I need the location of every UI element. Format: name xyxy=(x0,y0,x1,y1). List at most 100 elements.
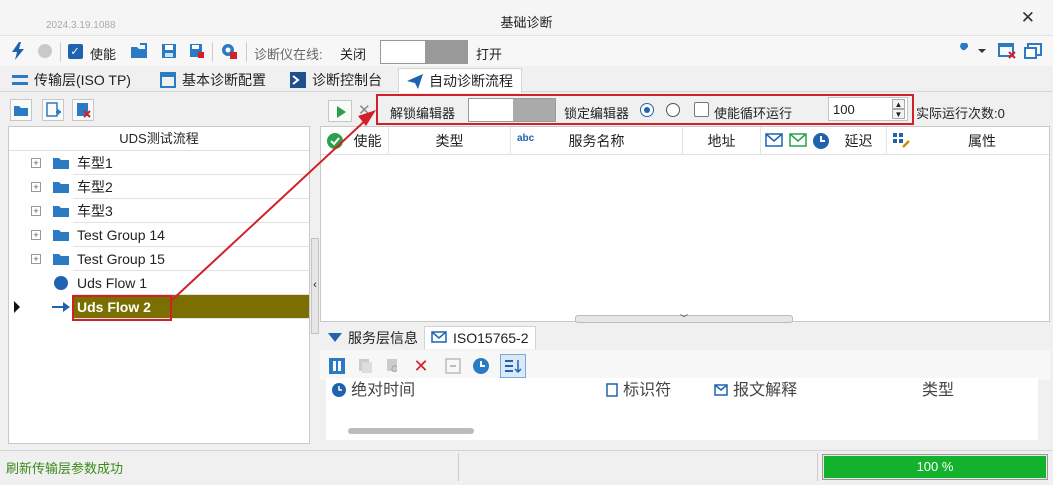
col-delay[interactable]: 延迟 xyxy=(831,127,887,155)
log-col-time[interactable]: 绝对时间 xyxy=(332,378,415,402)
tab-auto-flow[interactable]: 自动诊断流程 xyxy=(398,68,522,93)
actual-runs-label: 实际运行次数:0 xyxy=(916,106,1005,121)
clear-copy-icon[interactable]: C xyxy=(384,357,402,375)
flow-tree-pane: UDS测试流程 + 车型1 + 车型2 + 车型3 + Test Group 1… xyxy=(8,96,310,473)
svg-text:C: C xyxy=(391,364,398,374)
tree-item-folder[interactable]: + 车型2 xyxy=(9,175,309,199)
flow-tree: UDS测试流程 + 车型1 + 车型2 + 车型3 + Test Group 1… xyxy=(8,126,310,473)
save-icon[interactable] xyxy=(160,42,178,60)
progress-bar: 100 % xyxy=(822,454,1048,480)
open-flow-icon[interactable] xyxy=(10,99,32,121)
clock-icon xyxy=(332,383,346,397)
enable-checkbox[interactable]: ✓ xyxy=(66,42,84,60)
export-icon[interactable] xyxy=(444,357,462,375)
check-circle-icon xyxy=(327,133,343,149)
expand-icon[interactable]: + xyxy=(31,206,41,216)
selected-flow-highlight xyxy=(72,295,172,321)
folder-icon xyxy=(52,179,70,195)
wrench-dropdown-icon[interactable] xyxy=(955,42,987,60)
service-layer-icon xyxy=(328,330,342,346)
off-label: 关闭 xyxy=(340,47,367,62)
main-tabs: 传输层(ISO TP) 基本诊断配置 诊断控制台 自动诊断流程 xyxy=(0,66,1053,93)
status-message: 刷新传输层参数成功 xyxy=(6,461,124,476)
enable-label: 使能 xyxy=(90,47,117,62)
tab-diag-console[interactable]: 诊断控制台 xyxy=(282,68,390,92)
main-toolbar: ✓ 使能 诊断仪在线: 关闭 打开 xyxy=(0,36,1053,66)
expand-icon[interactable]: + xyxy=(31,254,41,264)
console-icon xyxy=(290,72,306,88)
mail-green-icon xyxy=(789,133,807,149)
window-close-tool-icon[interactable] xyxy=(998,42,1016,60)
expand-icon[interactable]: + xyxy=(31,158,41,168)
log-hscrollbar[interactable] xyxy=(348,428,474,434)
window-restore-icon[interactable] xyxy=(1024,42,1042,60)
tree-item-flow[interactable]: Uds Flow 1 xyxy=(9,271,309,295)
log-col-type[interactable]: 类型 xyxy=(922,378,954,402)
tree-item-folder[interactable]: + 车型1 xyxy=(9,151,309,175)
log-toolbar: C ✕ xyxy=(320,350,1050,380)
save-as-icon[interactable] xyxy=(188,42,206,60)
col-properties[interactable]: 属性 xyxy=(915,127,1049,155)
pane-splitter[interactable]: ‹ xyxy=(311,238,319,334)
lightning-icon[interactable] xyxy=(9,42,27,60)
tester-online-label: 诊断仪在线: xyxy=(254,47,323,62)
time-icon[interactable] xyxy=(472,357,490,375)
tab-iso15765[interactable]: ISO15765-2 xyxy=(424,326,536,349)
current-row-marker-icon xyxy=(14,301,20,313)
id-tag-icon xyxy=(606,383,618,397)
col-type[interactable]: 类型 xyxy=(389,127,511,155)
expand-icon[interactable]: + xyxy=(31,230,41,240)
sort-icon[interactable] xyxy=(500,354,526,378)
on-label: 打开 xyxy=(476,47,503,62)
expand-icon[interactable]: + xyxy=(31,182,41,192)
grid-hscrollbar[interactable]: ﹀ xyxy=(575,315,793,323)
tab-service-layer[interactable]: 服务层信息 xyxy=(322,326,424,349)
folder-icon xyxy=(52,203,70,219)
pause-icon[interactable] xyxy=(328,357,346,375)
tree-item-folder[interactable]: + 车型3 xyxy=(9,199,309,223)
log-col-id[interactable]: 标识符 xyxy=(606,378,671,402)
tree-title: UDS测试流程 xyxy=(9,127,309,151)
open-folder-icon[interactable] xyxy=(130,42,148,60)
tree-toolbar xyxy=(8,96,310,126)
arrow-right-icon xyxy=(52,299,70,315)
flow-circle-icon xyxy=(52,275,70,291)
log-grid: 绝对时间 标识符 报文解释 类型 xyxy=(326,378,1038,440)
col-enable[interactable]: 使能 xyxy=(347,127,389,155)
col-address[interactable]: 地址 xyxy=(683,127,761,155)
grid-edit-icon xyxy=(893,133,910,149)
tester-online-toggle[interactable] xyxy=(380,40,468,64)
mail-blue-icon xyxy=(765,133,783,149)
status-bar: 刷新传输层参数成功 100 % xyxy=(0,450,1053,485)
tree-item-folder[interactable]: + Test Group 14 xyxy=(9,223,309,247)
auto-flow-icon xyxy=(407,73,423,89)
folder-icon xyxy=(52,155,70,171)
folder-icon xyxy=(52,227,70,243)
copy-icon[interactable] xyxy=(356,357,374,375)
mail-icon xyxy=(431,330,447,346)
col-service-name[interactable]: 服务名称 xyxy=(511,127,683,155)
delete-log-icon[interactable]: ✕ xyxy=(412,356,430,376)
delete-flow-icon[interactable] xyxy=(72,99,94,121)
tab-basic-config[interactable]: 基本诊断配置 xyxy=(152,68,274,92)
flow-steps-grid: 使能 类型 abc 服务名称 地址 延迟 属性 ﹀ xyxy=(320,126,1050,323)
add-flow-icon[interactable] xyxy=(42,99,64,121)
title-bar: 2024.3.19.1088 基础诊断 ✕ xyxy=(0,0,1053,36)
window-title: 基础诊断 xyxy=(500,15,553,30)
mail-icon xyxy=(714,384,728,396)
grid-header: 使能 类型 abc 服务名称 地址 延迟 属性 xyxy=(321,127,1049,155)
transport-icon xyxy=(12,72,28,88)
tree-item-folder[interactable]: + Test Group 15 xyxy=(9,247,309,271)
close-icon[interactable]: ✕ xyxy=(1021,8,1035,28)
editor-controls-highlight xyxy=(376,94,914,125)
run-flow-button[interactable] xyxy=(328,100,352,122)
status-dot-icon xyxy=(36,42,54,60)
log-col-message[interactable]: 报文解释 xyxy=(714,378,797,402)
config-icon xyxy=(160,72,176,88)
tab-transport-layer[interactable]: 传输层(ISO TP) xyxy=(4,68,139,92)
tester-settings-icon[interactable] xyxy=(220,42,238,60)
status-empty-cell xyxy=(458,453,818,481)
folder-icon xyxy=(52,251,70,267)
bottom-tabs: 服务层信息 ISO15765-2 xyxy=(320,325,1050,349)
stop-icon[interactable]: ✕ xyxy=(358,101,371,119)
